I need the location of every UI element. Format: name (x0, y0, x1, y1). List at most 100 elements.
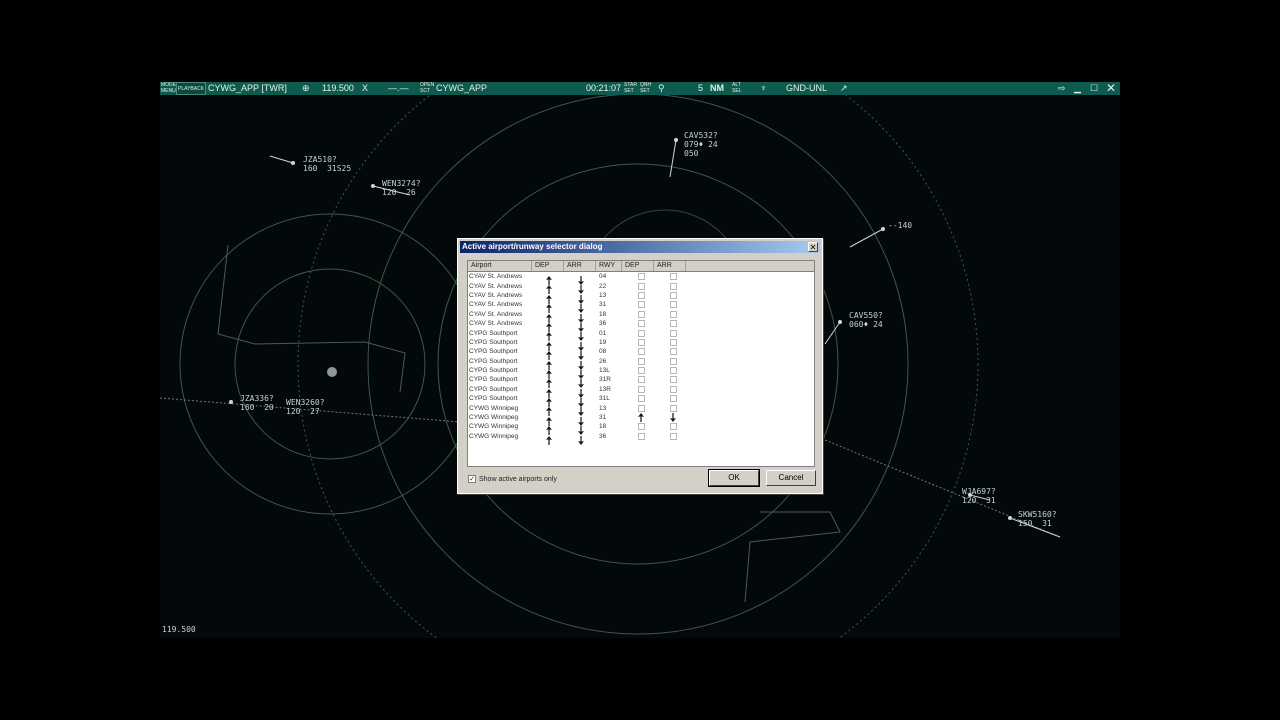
arr-checkbox[interactable] (669, 329, 677, 337)
dep-checkbox[interactable] (637, 348, 645, 356)
dep-active-toggle[interactable] (625, 291, 657, 299)
arr-active-toggle[interactable] (657, 291, 689, 299)
filter-icon[interactable]: ⚲ (658, 82, 665, 95)
dep-checkbox[interactable] (637, 432, 645, 440)
arr-active-toggle[interactable] (657, 310, 689, 318)
x-button[interactable]: X (362, 82, 368, 95)
dep-checkbox[interactable] (637, 367, 645, 375)
aircraft-tag[interactable]: JZA336? 160 20 (240, 394, 274, 412)
list-item[interactable]: CYAV St. Andrews 18 (468, 310, 814, 323)
list-item[interactable]: CYPG Southport 31R (468, 375, 814, 389)
dep-checkbox[interactable] (637, 395, 645, 403)
star-set-button[interactable]: STAR SET (624, 82, 637, 95)
list-item[interactable]: CYPG Southport 26 (468, 357, 814, 370)
aircraft-tag[interactable]: SKW5160? 150 31 (1018, 510, 1057, 528)
dep-active-toggle[interactable] (625, 273, 657, 281)
aircraft-tag[interactable]: WEN3274? 120 26 (382, 179, 421, 197)
arr-active-toggle[interactable] (657, 376, 689, 384)
dep-checkbox[interactable] (637, 320, 645, 328)
column-header-dep[interactable]: DEP (532, 261, 564, 271)
arr-checkbox[interactable] (669, 432, 677, 440)
dep-checkbox[interactable] (637, 404, 645, 412)
dep-active-toggle[interactable] (625, 367, 657, 375)
arr-active-toggle[interactable] (657, 412, 689, 423)
dep-checkbox[interactable] (637, 301, 645, 309)
list-item[interactable]: CYWG Winnipeg 13 (468, 403, 814, 417)
arr-checkbox[interactable] (669, 301, 677, 309)
arr-checkbox[interactable] (669, 282, 677, 290)
dep-active-toggle[interactable] (625, 404, 657, 412)
arr-active-toggle[interactable] (657, 423, 689, 431)
frequency-label[interactable]: 119.500 (322, 82, 354, 95)
arr-active-toggle[interactable] (657, 367, 689, 375)
arr-checkbox[interactable] (669, 338, 677, 346)
arr-checkbox[interactable] (669, 367, 677, 375)
dep-active-toggle[interactable] (625, 376, 657, 384)
mode-menu-button[interactable]: MODE MENU (161, 82, 176, 95)
arr-active-toggle[interactable] (657, 348, 689, 356)
column-header-dep-active[interactable]: DEP (622, 261, 654, 271)
sector-label[interactable]: CYWG_APP (436, 82, 487, 95)
antenna-icon[interactable]: ♆ (760, 82, 767, 95)
arr-active-toggle[interactable] (657, 357, 689, 365)
maximize-icon[interactable]: ☐ (1090, 82, 1098, 95)
list-item[interactable]: CYPG Southport 08 (468, 347, 814, 361)
radio-icon[interactable]: ⊕ (302, 82, 310, 95)
list-item[interactable]: CYAV St. Andrews 13 (468, 291, 814, 304)
dep-active-toggle[interactable] (625, 357, 657, 365)
aircraft-tag[interactable]: JZA510? 160 31S25 (303, 155, 351, 173)
list-item[interactable]: CYAV St. Andrews 22 (468, 281, 814, 295)
list-item[interactable]: CYPG Southport 13R (468, 385, 814, 398)
aircraft-tag[interactable]: WJA697? 120 31 (962, 487, 996, 505)
arrow-icon[interactable]: ↗ (840, 82, 848, 95)
minimize-icon[interactable]: ▁ (1074, 82, 1081, 95)
aircraft-tag[interactable]: WEN3260? 120 27 (286, 398, 325, 416)
dep-checkbox[interactable] (637, 357, 645, 365)
dep-checkbox[interactable] (637, 376, 645, 384)
aircraft-tag[interactable]: CAV532? 079♦ 24 050 (684, 131, 718, 158)
dialog-close-button[interactable]: ✕ (808, 242, 818, 252)
list-item[interactable]: CYPG Southport 01 (468, 328, 814, 342)
close-icon[interactable]: ✕ (1106, 82, 1116, 95)
arr-checkbox[interactable] (669, 376, 677, 384)
arr-checkbox[interactable] (669, 310, 677, 318)
altitude-filter[interactable]: GND-UNL (786, 82, 827, 95)
arr-active-toggle[interactable] (657, 432, 689, 440)
arr-checkbox[interactable] (669, 404, 677, 412)
dep-active-toggle[interactable] (625, 320, 657, 328)
dep-checkbox[interactable] (637, 273, 645, 281)
position-label[interactable]: CYWG_APP [TWR] (208, 82, 287, 95)
dep-active-toggle[interactable] (625, 348, 657, 356)
list-item[interactable]: CYAV St. Andrews 31 (468, 300, 814, 314)
dep-checkbox[interactable] (637, 329, 645, 337)
dep-active-toggle[interactable] (625, 282, 657, 290)
arr-active-toggle[interactable] (657, 301, 689, 309)
arr-active-toggle[interactable] (657, 385, 689, 393)
arr-checkbox[interactable] (669, 357, 677, 365)
dep-checkbox[interactable] (637, 385, 645, 393)
arr-active-toggle[interactable] (657, 404, 689, 412)
list-item[interactable]: CYAV St. Andrews 36 (468, 319, 814, 332)
list-item[interactable]: CYPG Southport 13L (468, 366, 814, 379)
dep-checkbox[interactable] (637, 423, 645, 431)
runway-list[interactable]: Airport DEP ARR RWY DEP ARR CYAV St. And… (467, 260, 815, 467)
dep-active-toggle[interactable] (625, 432, 657, 440)
arr-checkbox[interactable] (669, 423, 677, 431)
aircraft-tag[interactable]: --140 (888, 221, 912, 230)
arr-active-toggle[interactable] (657, 329, 689, 337)
dep-checkbox[interactable] (637, 338, 645, 346)
column-header-arr-active[interactable]: ARR (654, 261, 686, 271)
column-header-rwy[interactable]: RWY (596, 261, 622, 271)
arr-checkbox[interactable] (669, 320, 677, 328)
dep-active-toggle[interactable] (625, 385, 657, 393)
arr-active-toggle[interactable] (657, 273, 689, 281)
list-item[interactable]: CYPG Southport 31L (468, 394, 814, 408)
arr-active-toggle[interactable] (657, 395, 689, 403)
playback-button[interactable]: PLAYBACK (176, 82, 206, 95)
aircraft-tag[interactable]: CAV550? 060♦ 24 (849, 311, 883, 329)
arr-checkbox[interactable] (669, 348, 677, 356)
arr-active-toggle[interactable] (657, 320, 689, 328)
dep-active-toggle[interactable] (625, 338, 657, 346)
arr-checkbox[interactable] (669, 273, 677, 281)
alt-sel-button[interactable]: ALT SEL (732, 82, 741, 95)
